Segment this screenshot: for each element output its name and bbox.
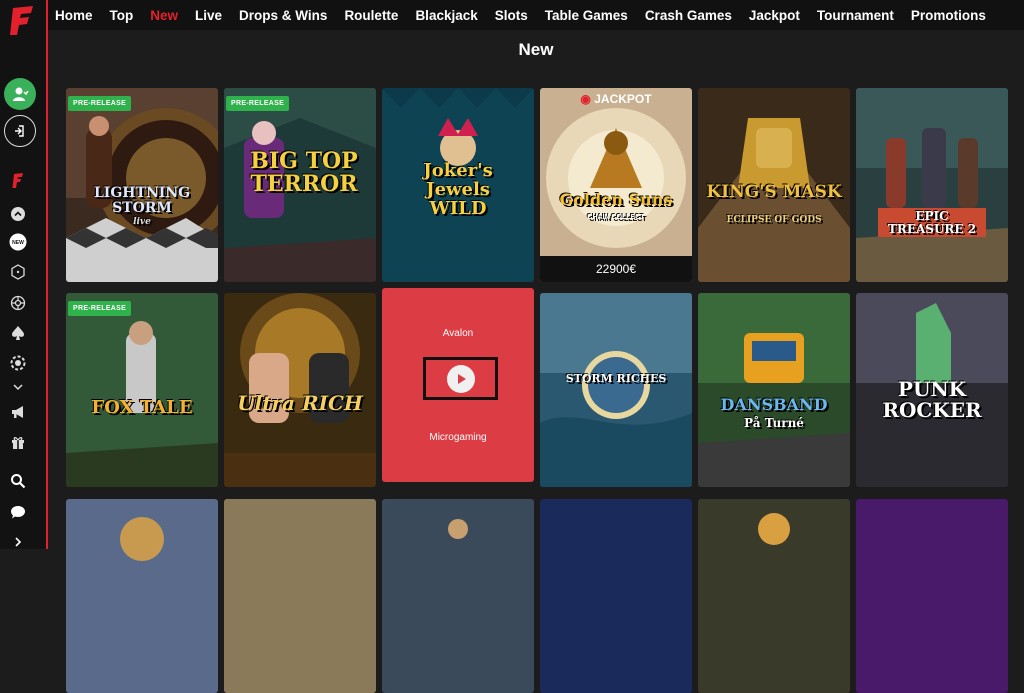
nav-blackjack[interactable]: Blackjack	[415, 8, 477, 23]
chip-icon[interactable]	[9, 354, 27, 372]
play-icon[interactable]	[446, 364, 475, 393]
game-tile-row3-2[interactable]	[224, 499, 376, 693]
nav-slots[interactable]: Slots	[495, 8, 528, 23]
login-icon[interactable]	[4, 115, 36, 147]
dice-icon[interactable]	[9, 263, 27, 281]
game-title: FOX TALE	[91, 397, 193, 418]
game-tile-row3-3[interactable]	[382, 499, 534, 693]
game-title: Joker's Jewels WILD	[423, 160, 493, 219]
game-tile-epic-treasure-2[interactable]: EPIC TREASURE 2	[856, 88, 1008, 282]
game-title: BIG TOP TERROR	[250, 148, 358, 198]
nav-crash-games[interactable]: Crash Games	[645, 8, 732, 23]
nav-jackpot[interactable]: Jackpot	[749, 8, 800, 23]
game-tile-punk-rocker[interactable]: PUNK ROCKER	[856, 293, 1008, 487]
pre-release-badge: PRE-RELEASE	[68, 96, 132, 111]
page-title: New	[518, 40, 554, 59]
jackpot-amount: 22900€	[540, 256, 692, 282]
pre-release-badge: PRE-RELEASE	[226, 96, 290, 111]
game-subtitle: CHAIN COLLECT	[587, 214, 645, 221]
nav-promotions[interactable]: Promotions	[911, 8, 986, 23]
game-subtitle: På Turné	[744, 416, 804, 430]
f-logo-icon[interactable]	[9, 6, 35, 36]
nav-tournament[interactable]: Tournament	[817, 8, 894, 23]
chevron-down-icon[interactable]	[9, 378, 27, 396]
game-tile-ultra-rich[interactable]: Ultra RICH	[224, 293, 376, 487]
sidebar-divider	[46, 0, 48, 549]
nav-roulette[interactable]: Roulette	[344, 8, 398, 23]
game-tile-golden-suns[interactable]: ◉ JACKPOT Golden Suns CHAIN COLLECT 2290…	[540, 88, 692, 282]
nav-live[interactable]: Live	[195, 8, 222, 23]
game-tile-row3-1[interactable]	[66, 499, 218, 693]
game-tile-row3-5[interactable]	[698, 499, 850, 693]
user-icon[interactable]	[4, 78, 36, 110]
new-icon[interactable]: NEW	[9, 233, 27, 251]
nav-top[interactable]: Top	[110, 8, 134, 23]
pre-release-badge: PRE-RELEASE	[68, 301, 132, 316]
game-tile-storm-riches[interactable]: STORM RICHES	[540, 293, 692, 487]
game-tile-row3-4[interactable]	[540, 499, 692, 693]
gift-icon[interactable]	[9, 433, 27, 451]
chevron-right-icon[interactable]	[9, 533, 27, 551]
new-label: NEW	[12, 240, 24, 246]
game-tile-big-top-terror[interactable]: PRE-RELEASE BIG TOP TERROR	[224, 88, 376, 282]
game-tile-row3-6[interactable]	[856, 499, 1008, 693]
nav-table-games[interactable]: Table Games	[545, 8, 628, 23]
jackpot-label: ◉ JACKPOT	[540, 92, 692, 106]
game-title: PUNK ROCKER	[882, 377, 982, 422]
game-title: KING'S MASK	[706, 182, 842, 202]
game-tile-avalon-hover[interactable]: Avalon Microgaming	[382, 288, 534, 482]
nav-home[interactable]: Home	[55, 8, 93, 23]
spade-icon[interactable]	[9, 324, 27, 342]
game-title: Ultra RICH	[237, 391, 363, 415]
f-logo-small-icon[interactable]	[9, 172, 27, 190]
game-tile-lightning-storm[interactable]: PRE-RELEASE LIGHTNING STORM live	[66, 88, 218, 282]
game-subtitle: ECLIPSE OF GODS	[726, 215, 822, 225]
game-subtitle: live	[133, 217, 151, 227]
game-tile-dansband[interactable]: DANSBAND På Turné	[698, 293, 850, 487]
game-title: DANSBAND	[720, 395, 828, 414]
megaphone-icon[interactable]	[9, 403, 27, 421]
chat-icon[interactable]	[9, 503, 27, 521]
game-title: Golden Suns	[559, 190, 673, 209]
roulette-icon[interactable]	[9, 294, 27, 312]
game-provider: Microgaming	[429, 432, 487, 443]
jackpot-label-text: JACKPOT	[594, 92, 652, 106]
nav-new[interactable]: New	[150, 8, 178, 23]
game-title: Avalon	[442, 328, 474, 339]
play-button[interactable]	[423, 357, 498, 400]
game-title: LIGHTNING STORM	[93, 185, 191, 216]
search-icon[interactable]	[9, 472, 27, 490]
jackpot-icon: ◉	[580, 92, 595, 106]
game-tile-fox-tale[interactable]: PRE-RELEASE FOX TALE	[66, 293, 218, 487]
top-navigation: Home Top New Live Drops & Wins Roulette …	[48, 0, 1024, 30]
game-tile-jokers-jewels-wild[interactable]: Joker's Jewels WILD	[382, 88, 534, 282]
chevron-up-icon[interactable]	[9, 205, 27, 223]
game-title: EPIC TREASURE 2	[878, 208, 986, 238]
game-tile-kings-mask[interactable]: KING'S MASK ECLIPSE OF GODS	[698, 88, 850, 282]
nav-drops-wins[interactable]: Drops & Wins	[239, 8, 327, 23]
game-title: STORM RICHES	[565, 372, 667, 385]
